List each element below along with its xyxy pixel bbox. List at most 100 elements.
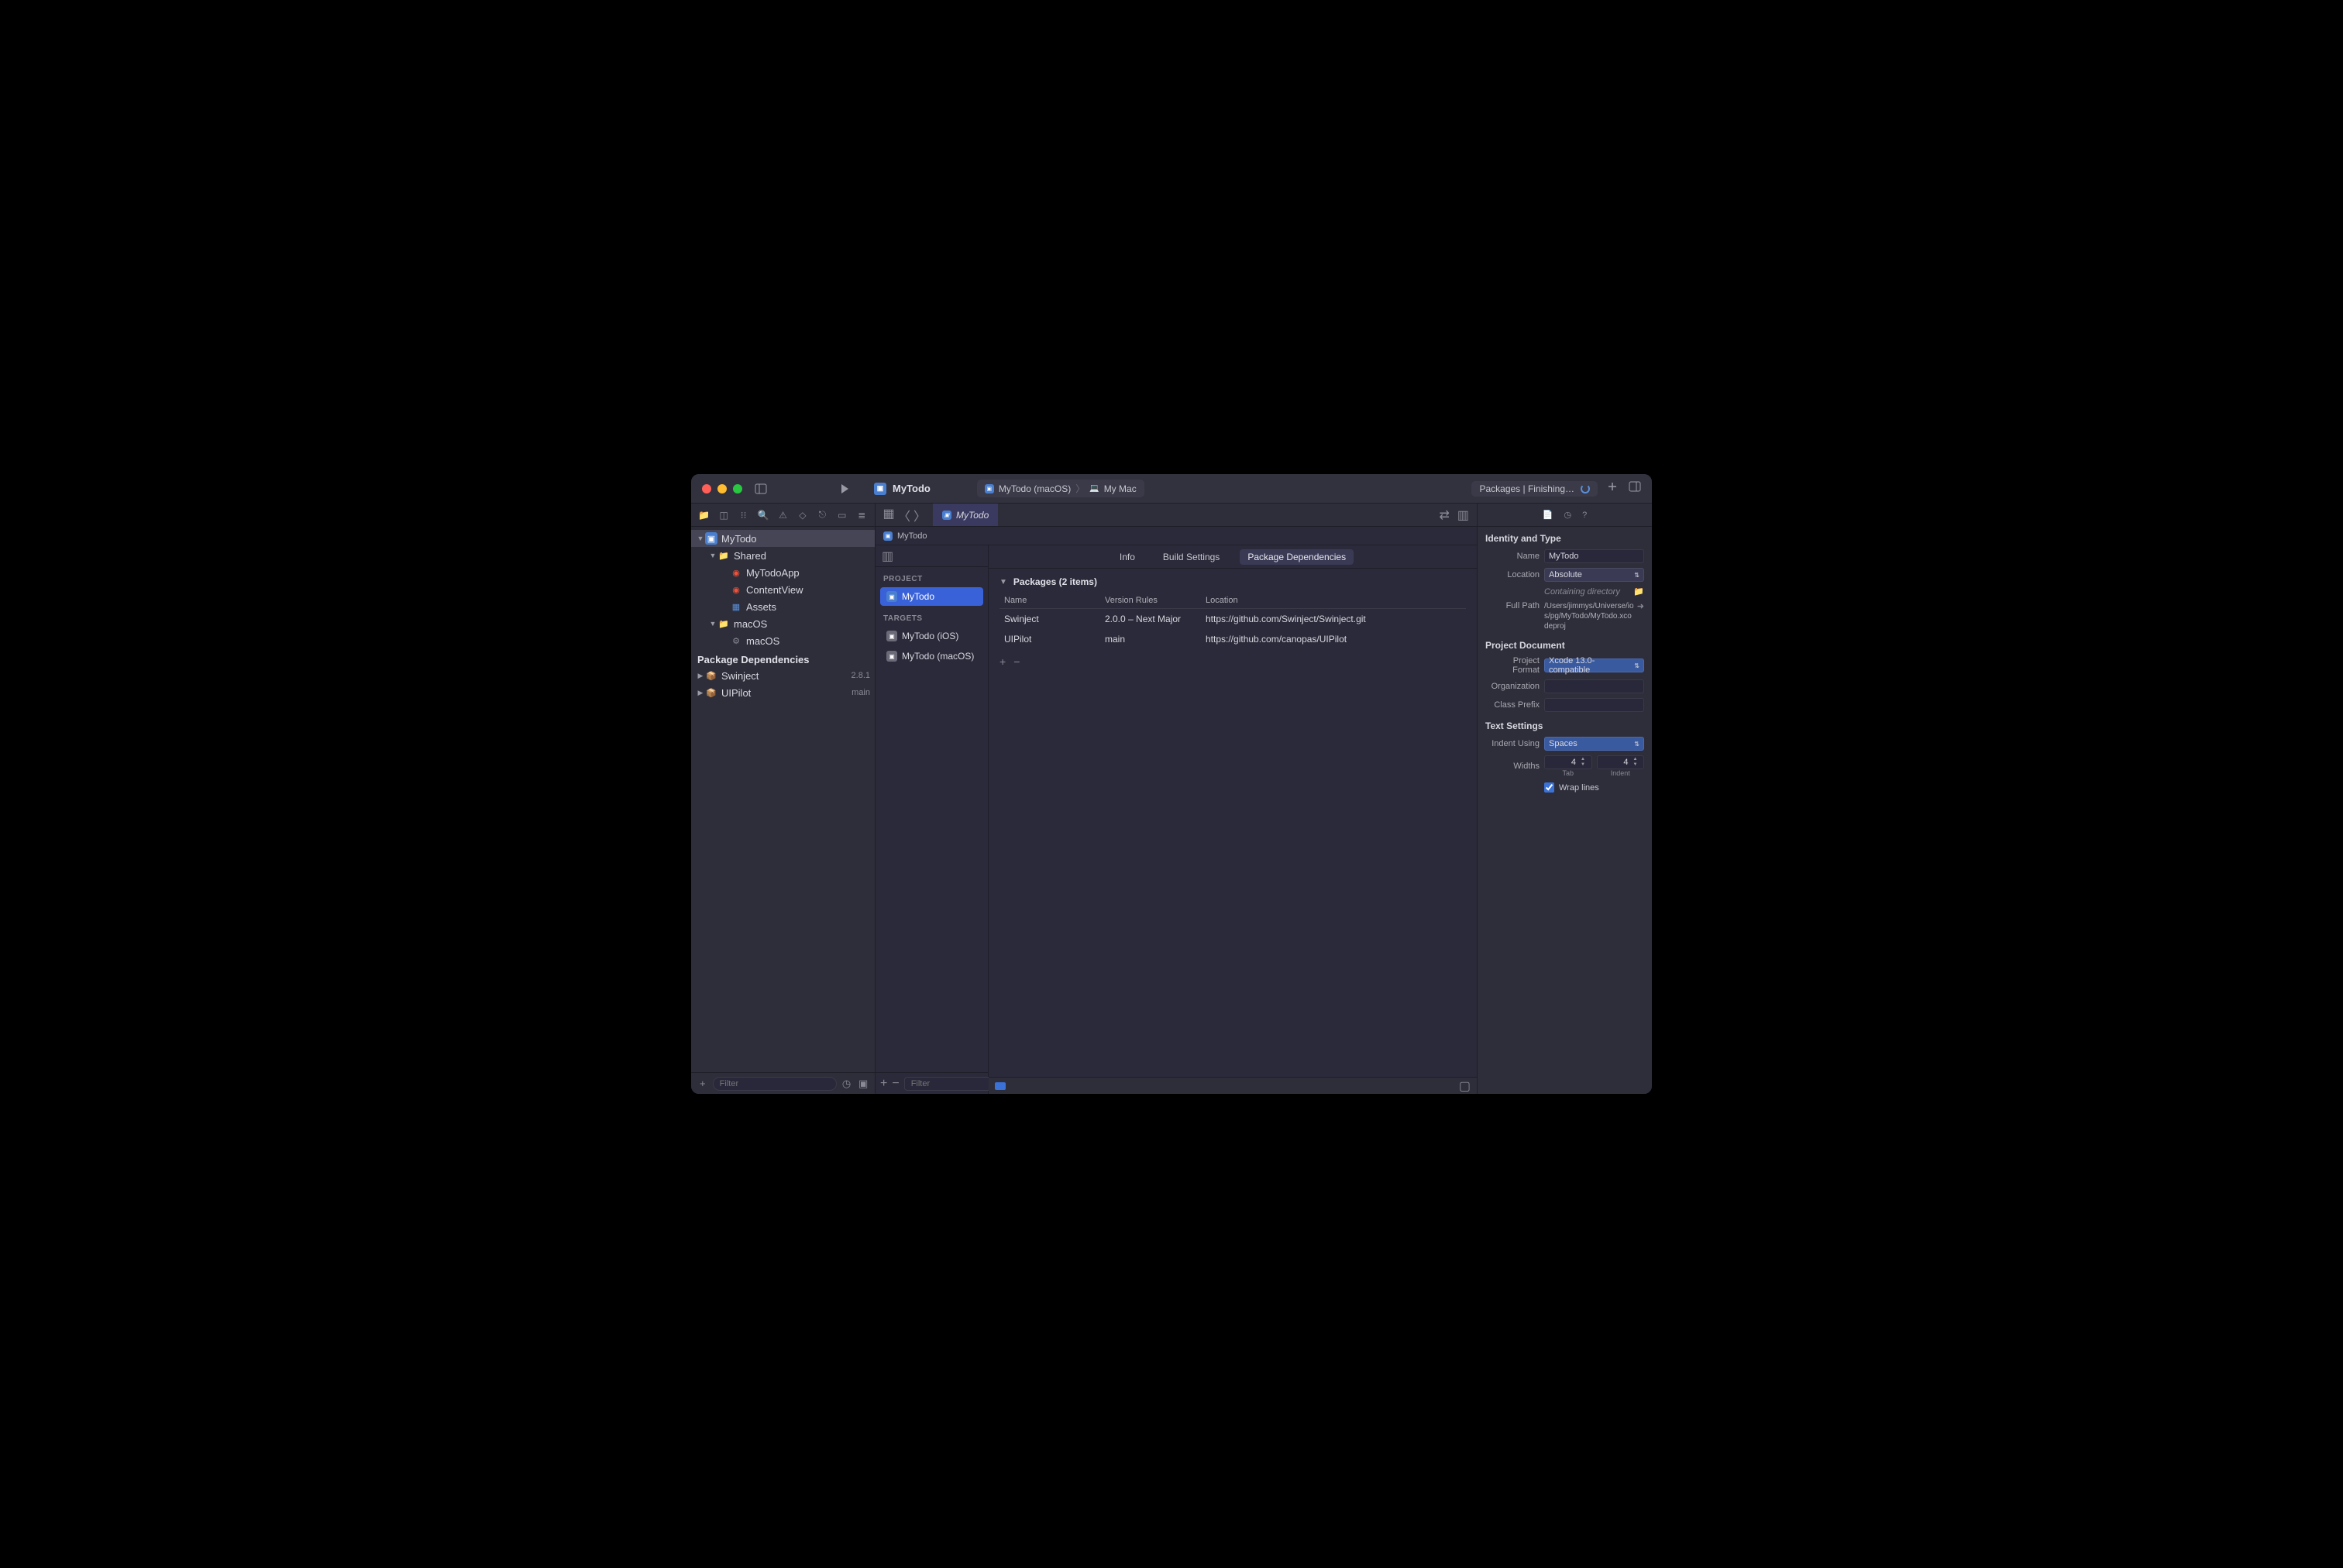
- project-row[interactable]: ▣ MyTodo: [880, 587, 983, 606]
- remove-package-button[interactable]: −: [1013, 655, 1020, 668]
- navigator-footer: + ◷ ▣: [691, 1072, 875, 1094]
- cell-location: https://github.com/Swinject/Swinject.git: [1201, 614, 1466, 624]
- help-inspector-tab[interactable]: ?: [1582, 511, 1587, 520]
- inspector: 📄 ◷ ? Identity and Type Name Location Ab…: [1477, 504, 1652, 1094]
- debug-navigator-tab[interactable]: ⎋: [814, 507, 830, 523]
- toggle-debug-area-button[interactable]: ▢: [1459, 1078, 1471, 1094]
- tree-project-root[interactable]: ▼ ▣ MyTodo: [691, 530, 875, 547]
- tree-dep[interactable]: ▶ 📦 Swinject 2.8.1: [691, 667, 875, 684]
- breakpoint-navigator-tab[interactable]: ▭: [834, 507, 850, 523]
- prefix-field[interactable]: [1544, 698, 1644, 712]
- inspector-tabs: 📄 ◷ ?: [1478, 504, 1652, 527]
- app-icon: ▣: [886, 591, 897, 602]
- symbol-navigator-tab[interactable]: ⁝⁝: [736, 507, 752, 523]
- xcode-window: ▣ MyTodo ▣ MyTodo (macOS) 〉 💻 My Mac Pac…: [691, 474, 1652, 1094]
- deps-section-header: Package Dependencies: [691, 649, 875, 667]
- tree-label: macOS: [746, 635, 870, 647]
- add-editor-button[interactable]: ▥: [1457, 507, 1469, 523]
- editor-nav-controls: ▦ 〈 〉: [876, 506, 933, 524]
- tree-label: Swinject: [721, 670, 848, 682]
- cell-name: Swinject: [999, 614, 1100, 624]
- zoom-window-button[interactable]: [733, 484, 742, 493]
- add-button[interactable]: +: [696, 1078, 710, 1089]
- org-label: Organization: [1485, 682, 1540, 691]
- back-button[interactable]: 〈: [897, 506, 911, 524]
- navigator: 📁 ◫ ⁝⁝ 🔍 ⚠ ◇ ⎋ ▭ ≣ ▼ ▣ MyTodo ▼ 📁: [691, 504, 876, 1094]
- location-select[interactable]: Absolute⇅: [1544, 568, 1644, 582]
- close-window-button[interactable]: [702, 484, 711, 493]
- editor-tab[interactable]: ▣ MyTodo: [933, 504, 998, 526]
- packages-group-header[interactable]: ▼ Packages (2 items): [989, 569, 1477, 592]
- name-field[interactable]: [1544, 549, 1644, 563]
- breadcrumb[interactable]: ▣ MyTodo: [876, 527, 1477, 545]
- tree-dep[interactable]: ▶ 📦 UIPilot main: [691, 684, 875, 701]
- activity-status[interactable]: Packages | Finishing…: [1471, 481, 1598, 497]
- indent-width-stepper[interactable]: ▲▼: [1597, 755, 1645, 769]
- run-button[interactable]: [834, 480, 855, 498]
- tree-folder-macos[interactable]: ▼ 📁 macOS: [691, 615, 875, 632]
- find-navigator-tab[interactable]: 🔍: [755, 507, 771, 523]
- org-field[interactable]: [1544, 679, 1644, 693]
- remove-target-button[interactable]: −: [892, 1077, 899, 1091]
- test-navigator-tab[interactable]: ◇: [795, 507, 810, 523]
- navigator-filter-input[interactable]: [713, 1077, 837, 1091]
- recent-filter-button[interactable]: ◷: [840, 1078, 854, 1090]
- status-text: Packages | Finishing…: [1479, 483, 1574, 494]
- window-tab[interactable]: ▣ MyTodo: [874, 483, 931, 495]
- tree-file[interactable]: ▦ Assets: [691, 598, 875, 615]
- tab-width-input[interactable]: [1545, 758, 1579, 767]
- table-row[interactable]: UIPilot main https://github.com/canopas/…: [999, 629, 1466, 649]
- scheme-icon: ▣: [985, 484, 994, 493]
- target-row[interactable]: ▣ MyTodo (macOS): [880, 647, 983, 665]
- format-select[interactable]: Xcode 13.0-compatible⇅: [1544, 658, 1644, 672]
- tab-info[interactable]: Info: [1112, 549, 1143, 565]
- breakpoint-toggle-button[interactable]: [995, 1082, 1006, 1090]
- add-package-button[interactable]: +: [999, 655, 1006, 668]
- toggle-inspector-button[interactable]: [1629, 480, 1641, 497]
- containing-dir-label: Containing directory: [1544, 587, 1629, 597]
- forward-button[interactable]: 〉: [913, 506, 927, 524]
- tab-width-stepper[interactable]: ▲▼: [1544, 755, 1592, 769]
- debug-bar: ▢: [989, 1077, 1477, 1094]
- history-inspector-tab[interactable]: ◷: [1564, 510, 1571, 520]
- report-navigator-tab[interactable]: ≣: [854, 507, 869, 523]
- new-tab-button[interactable]: [1607, 481, 1618, 496]
- scm-filter-button[interactable]: ▣: [856, 1078, 870, 1090]
- tree-folder-shared[interactable]: ▼ 📁 Shared: [691, 547, 875, 564]
- col-name[interactable]: Name: [999, 596, 1100, 605]
- add-target-button[interactable]: +: [880, 1077, 887, 1091]
- editor-options-button[interactable]: ⇄: [1439, 507, 1449, 523]
- indent-width-input[interactable]: [1598, 758, 1632, 767]
- target-row[interactable]: ▣ MyTodo (iOS): [880, 627, 983, 645]
- source-control-navigator-tab[interactable]: ◫: [716, 507, 731, 523]
- scheme-name: MyTodo (macOS): [999, 483, 1071, 494]
- tree-file[interactable]: ◉ ContentView: [691, 581, 875, 598]
- project-navigator-tab[interactable]: 📁: [697, 507, 712, 523]
- tree-file[interactable]: ⚙ macOS: [691, 632, 875, 649]
- col-location[interactable]: Location: [1201, 596, 1466, 605]
- plus-icon: [1607, 481, 1618, 492]
- text-settings-section-header: Text Settings: [1478, 714, 1652, 734]
- wrap-lines-checkbox[interactable]: [1544, 782, 1554, 793]
- tree-file[interactable]: ◉ MyTodoApp: [691, 564, 875, 581]
- project-targets-sidebar: ▥ PROJECT ▣ MyTodo TARGETS ▣ MyTodo (iOS…: [876, 545, 989, 1094]
- issue-navigator-tab[interactable]: ⚠: [775, 507, 790, 523]
- scheme-selector[interactable]: ▣ MyTodo (macOS) 〉 💻 My Mac: [977, 480, 1144, 497]
- tab-build-settings[interactable]: Build Settings: [1155, 549, 1227, 565]
- tab-sublabel: Tab: [1544, 769, 1592, 777]
- targets-footer: + −: [876, 1072, 988, 1094]
- file-inspector-tab[interactable]: 📄: [1543, 510, 1553, 520]
- name-label: Name: [1485, 552, 1540, 561]
- outline-toggle-button[interactable]: ▥: [876, 545, 988, 567]
- swift-icon: ◉: [730, 566, 742, 579]
- col-rules[interactable]: Version Rules: [1100, 596, 1201, 605]
- minimize-window-button[interactable]: [717, 484, 727, 493]
- reveal-in-finder-button[interactable]: ➜: [1637, 601, 1644, 631]
- indent-using-select[interactable]: Spaces⇅: [1544, 737, 1644, 751]
- choose-folder-button[interactable]: 📁: [1633, 586, 1644, 597]
- format-value: Xcode 13.0-compatible: [1549, 656, 1634, 675]
- toggle-navigator-button[interactable]: [750, 480, 772, 498]
- related-items-button[interactable]: ▦: [882, 506, 896, 524]
- tab-package-dependencies[interactable]: Package Dependencies: [1240, 549, 1354, 565]
- table-row[interactable]: Swinject 2.0.0 – Next Major https://gith…: [999, 609, 1466, 629]
